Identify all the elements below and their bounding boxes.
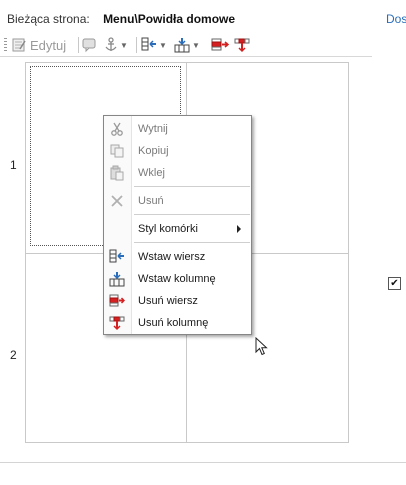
chevron-down-icon[interactable]: ▼: [159, 41, 167, 50]
edit-button-label: Edytuj: [30, 37, 67, 53]
menu-separator: [134, 214, 250, 215]
insert-row-icon: [109, 249, 124, 263]
chevron-down-icon[interactable]: ▼: [192, 41, 200, 50]
menu-separator: [134, 242, 250, 243]
insert-column-icon: [109, 272, 125, 287]
delete-row-button[interactable]: [211, 36, 229, 54]
menu-item-insert-column[interactable]: Wstaw kolumnę: [104, 269, 251, 289]
toolbar-separator: [136, 37, 137, 53]
anchor-button[interactable]: ▼: [104, 36, 128, 54]
current-page: Bieżąca strona: Menu\Powidła domowe: [7, 12, 235, 26]
chevron-down-icon[interactable]: ▼: [120, 41, 128, 50]
menu-item-label: Kopiuj: [138, 145, 169, 157]
toolbar-grip[interactable]: [4, 38, 7, 52]
comment-icon: [82, 38, 96, 53]
row-number: 2: [10, 348, 17, 362]
paste-icon: [110, 165, 124, 181]
menu-item-label: Wklej: [138, 167, 165, 179]
insert-row-button[interactable]: ▼: [141, 36, 167, 54]
insert-row-icon: [141, 37, 156, 51]
toolbar-separator: [78, 37, 79, 53]
menu-item-label: Usuń kolumnę: [138, 317, 209, 329]
insert-column-icon: [174, 38, 190, 53]
menu-item-label: Usuń: [138, 195, 164, 207]
delete-row-icon: [109, 294, 125, 307]
comment-button[interactable]: [82, 36, 98, 54]
edit-button[interactable]: Edytuj: [12, 36, 66, 54]
row-number: 1: [10, 158, 17, 172]
delete-row-icon: [211, 38, 229, 51]
menu-item-label: Wstaw wiersz: [138, 251, 206, 263]
menu-item-label: Styl komórki: [138, 223, 198, 235]
menu-item-insert-row[interactable]: Wstaw wiersz: [104, 247, 251, 267]
context-menu: Wytnij Kopiuj Wklej Usuń Styl komórki Ws…: [103, 115, 252, 335]
menu-item-cell-style[interactable]: Styl komórki: [104, 219, 251, 239]
menu-item-delete-row[interactable]: Usuń wiersz: [104, 291, 251, 311]
anchor-icon: [105, 37, 117, 51]
scissors-icon: [111, 122, 123, 136]
menu-item-copy[interactable]: Kopiuj: [104, 141, 251, 161]
delete-x-icon: [111, 195, 123, 207]
menu-item-delete-column[interactable]: Usuń kolumnę: [104, 313, 251, 333]
menu-item-delete[interactable]: Usuń: [104, 191, 251, 211]
insert-column-button[interactable]: ▼: [174, 36, 200, 54]
submenu-arrow-icon: [237, 225, 241, 233]
checkbox[interactable]: ✔: [388, 277, 401, 290]
toolbar: Edytuj ▼ ▼ ▼: [0, 34, 372, 57]
current-page-value: Menu\Powidła domowe: [103, 12, 236, 26]
menu-item-label: Usuń wiersz: [138, 295, 198, 307]
delete-column-icon: [234, 38, 250, 53]
mouse-cursor-icon: [255, 337, 268, 356]
menu-separator: [134, 186, 250, 187]
divider: [0, 462, 406, 463]
delete-column-icon: [109, 316, 125, 331]
page-edit-icon: [12, 38, 26, 52]
menu-item-cut[interactable]: Wytnij: [104, 119, 251, 139]
header-link[interactable]: Dos: [386, 12, 406, 26]
current-page-label: Bieżąca strona:: [7, 12, 90, 26]
menu-item-label: Wytnij: [138, 123, 168, 135]
menu-item-label: Wstaw kolumnę: [138, 273, 216, 285]
copy-icon: [110, 144, 124, 158]
menu-item-paste[interactable]: Wklej: [104, 163, 251, 183]
delete-column-button[interactable]: [234, 36, 250, 54]
